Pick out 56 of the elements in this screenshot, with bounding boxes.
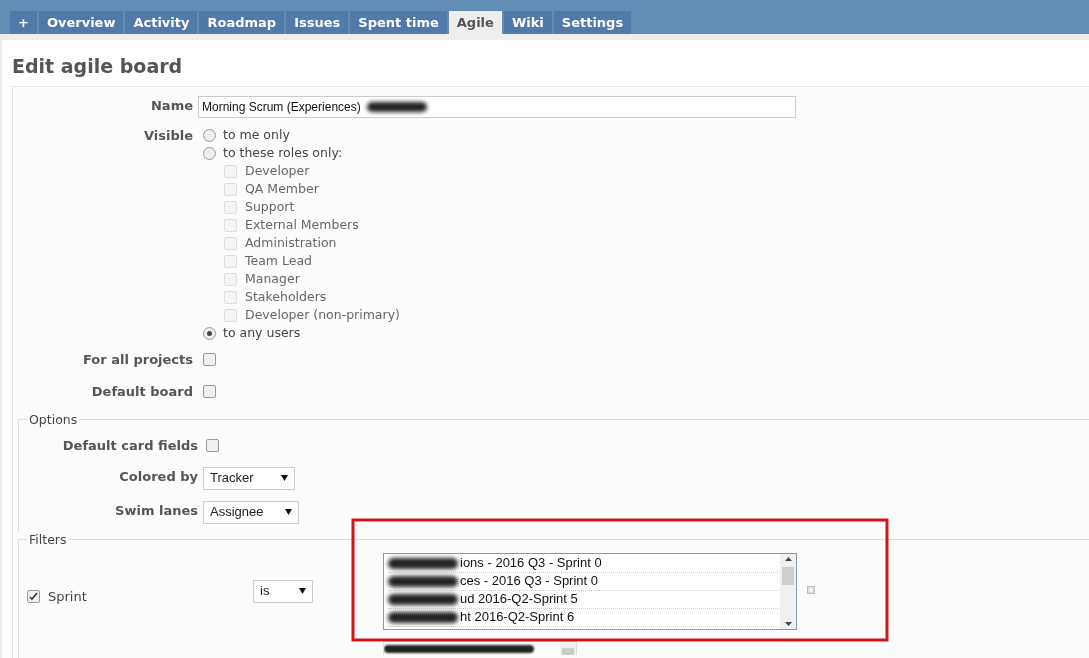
role-label: Stakeholders [245, 287, 327, 306]
redaction-scribble [388, 593, 458, 605]
scroll-up-icon[interactable] [784, 556, 792, 561]
option-label: to me only [223, 125, 290, 144]
add-icon[interactable] [807, 585, 815, 594]
section-legend: Options [27, 411, 80, 430]
sprint-listbox[interactable]: ions - 2016 Q3 - Sprint 0 ces - 2016 Q3 - Sprint 0 ud 2016-Q2-Sprint 5 ht 2016-Q2-Sprint 6 [383, 552, 797, 630]
filter-label: Sprint [48, 587, 87, 606]
list-option[interactable]: ud 2016-Q2-Sprint 5 [460, 589, 578, 609]
scrollbar[interactable] [780, 553, 796, 629]
page-title: Edit agile board [12, 54, 183, 79]
field-label: Swim lanes [114, 501, 198, 520]
role-label: QA Member [245, 179, 319, 198]
option-label: to any users [223, 323, 301, 342]
redaction-scribble [388, 611, 458, 623]
dropdown[interactable]: Tracker [203, 466, 295, 490]
checkbox[interactable] [206, 439, 219, 453]
operator-dropdown[interactable]: is [253, 579, 313, 603]
nav-tab[interactable]: Agile [448, 11, 502, 34]
list-option[interactable]: ces - 2016 Q3 - Sprint 0 [460, 571, 598, 591]
redaction-scribble [366, 102, 427, 112]
list-option[interactable]: ht 2016-Q2-Sprint 6 [460, 607, 575, 627]
scroll-down-icon[interactable] [784, 621, 792, 626]
field-label: Default board [90, 382, 193, 401]
role-label: Administration [245, 233, 337, 252]
redaction-scribble [388, 575, 458, 587]
nav-tab[interactable]: Issues [286, 11, 349, 34]
scrollbar-thumb[interactable] [782, 567, 794, 585]
role-label: Manager [245, 269, 300, 288]
nav-tab[interactable]: Spent time [350, 11, 447, 34]
role-label: Support [245, 197, 295, 216]
nav-tab[interactable]: Overview [38, 11, 124, 34]
role-label: Team Lead [245, 251, 313, 270]
field-label: Visible [142, 127, 193, 145]
nav-tab[interactable]: + [10, 11, 37, 34]
field-label: Default card fields [61, 437, 198, 455]
role-label: External Members [245, 215, 359, 234]
nav-tab[interactable]: Settings [553, 11, 632, 34]
nav-tab[interactable]: Activity [125, 11, 198, 34]
role-label: Developer (non-primary) [245, 305, 400, 324]
option-label: to these roles only: [223, 143, 343, 162]
field-label: Colored by [118, 467, 198, 486]
name-field[interactable]: Morning Scrum (Experiences) [198, 96, 796, 118]
list-option[interactable]: ions - 2016 Q3 - Sprint 0 [460, 553, 602, 573]
dropdown-caret-icon [285, 509, 292, 515]
checkbox[interactable] [203, 353, 216, 367]
field-label: For all projects [82, 351, 193, 369]
scrollbar-thumb[interactable] [562, 647, 574, 655]
role-label: Developer [245, 161, 310, 180]
redaction-scribble [388, 557, 458, 569]
nav-tab[interactable]: Wiki [503, 11, 552, 34]
field-label: Name [150, 97, 193, 115]
dropdown-caret-icon [299, 588, 306, 594]
dropdown-caret-icon [281, 475, 288, 481]
nav-tab[interactable]: Roadmap [199, 11, 285, 34]
dropdown[interactable]: Assignee [203, 500, 299, 524]
